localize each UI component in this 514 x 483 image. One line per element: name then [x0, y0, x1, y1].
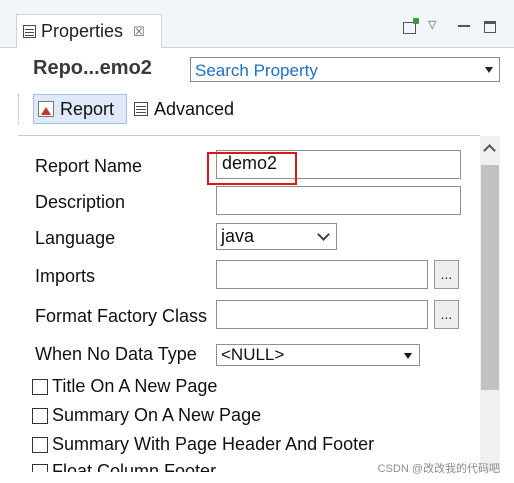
checkbox-summary-on-new-page[interactable]: Summary On A New Page	[32, 405, 261, 426]
checkbox-float-column-footer[interactable]: Float Column Footer	[32, 461, 216, 472]
title-row: Repo...emo2 Search Property	[0, 48, 514, 88]
search-property-text: Search Property	[195, 61, 318, 80]
checkbox-label: Summary On A New Page	[52, 405, 262, 425]
format-factory-label: Format Factory Class	[35, 306, 208, 326]
pin-view-icon[interactable]	[403, 17, 419, 34]
tab-report[interactable]: Report	[33, 94, 127, 124]
properties-tab-title: Properties	[41, 21, 124, 41]
imports-field[interactable]	[216, 260, 428, 289]
view-toolbar: ▽	[403, 17, 496, 34]
scroll-thumb[interactable]	[481, 165, 499, 390]
maximize-icon[interactable]	[484, 21, 496, 33]
properties-form: Report Name demo2 Description Language j…	[18, 136, 480, 472]
minimize-icon[interactable]	[456, 18, 472, 34]
imports-label: Imports	[35, 266, 96, 286]
watermark: CSDN @改改我的代码吧	[377, 463, 500, 475]
checkbox[interactable]	[32, 378, 48, 395]
properties-view-icon	[23, 25, 36, 38]
properties-tab[interactable]: Properties ☒	[16, 14, 162, 48]
tab-advanced-label: Advanced	[154, 98, 235, 119]
when-no-data-label: When No Data Type	[35, 344, 197, 364]
tab-advanced[interactable]: Advanced	[130, 94, 238, 124]
report-icon	[38, 101, 54, 117]
report-name-highlight	[207, 152, 297, 185]
report-name-label: Report Name	[35, 156, 143, 176]
view-menu-icon[interactable]: ▽	[428, 18, 444, 34]
when-no-data-value: <NULL>	[221, 345, 285, 364]
toolbar-separator	[18, 94, 20, 124]
checkbox-summary-with-header-footer[interactable]: Summary With Page Header And Footer	[32, 434, 374, 455]
checkbox[interactable]	[32, 436, 48, 453]
checkbox[interactable]	[32, 407, 48, 424]
advanced-icon	[134, 102, 148, 116]
description-field[interactable]	[216, 186, 461, 215]
checkbox-label: Summary With Page Header And Footer	[52, 434, 375, 454]
description-label: Description	[35, 192, 126, 212]
checkbox-label: Float Column Footer	[52, 461, 217, 472]
when-no-data-select[interactable]: <NULL>	[216, 344, 420, 366]
format-factory-browse-button[interactable]: ...	[434, 300, 459, 329]
category-tabs: Report Advanced	[0, 88, 514, 132]
close-tab-icon[interactable]: ☒	[133, 24, 145, 40]
search-property-combo[interactable]: Search Property	[190, 57, 500, 82]
language-label: Language	[35, 228, 116, 248]
checkbox-label: Title On A New Page	[52, 376, 218, 396]
language-value: java	[221, 226, 255, 246]
format-factory-field[interactable]	[216, 300, 428, 329]
dropdown-arrow-icon[interactable]	[485, 67, 493, 73]
vertical-scrollbar[interactable]	[480, 136, 500, 472]
language-select[interactable]: java	[216, 223, 337, 250]
dropdown-arrow-icon	[404, 353, 412, 359]
tab-report-label: Report	[60, 98, 115, 119]
view-tab-bar: Properties ☒ ▽	[0, 0, 514, 48]
imports-browse-button[interactable]: ...	[434, 260, 459, 289]
checkbox[interactable]	[32, 463, 48, 472]
chevron-down-icon	[317, 228, 330, 241]
checkbox-title-on-new-page[interactable]: Title On A New Page	[32, 376, 217, 397]
scroll-up-icon[interactable]	[483, 144, 496, 157]
element-name: Repo...emo2	[33, 57, 152, 79]
